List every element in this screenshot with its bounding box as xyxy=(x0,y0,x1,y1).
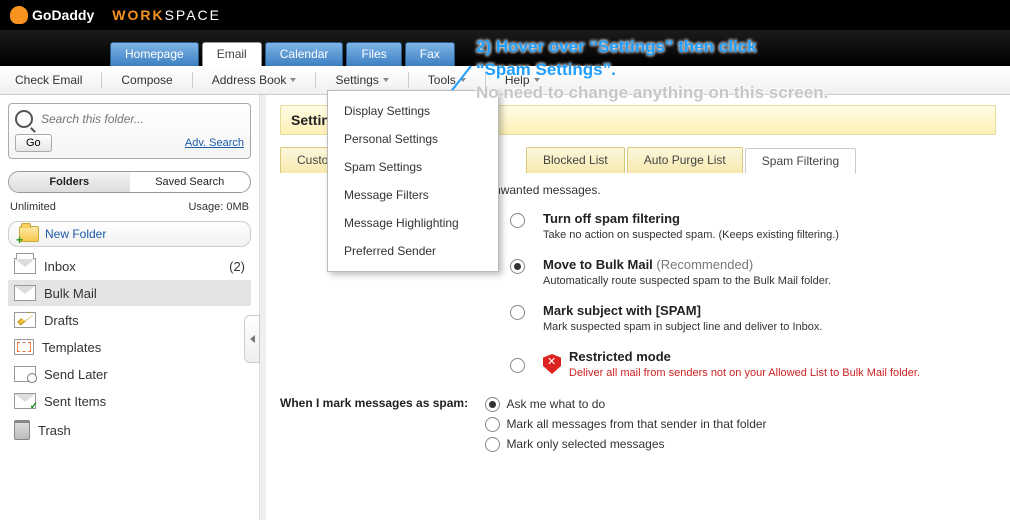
menu-help[interactable]: Help xyxy=(496,69,549,91)
tab-email[interactable]: Email xyxy=(202,42,262,66)
radio-bulk[interactable] xyxy=(510,259,525,274)
search-box: Go Adv. Search xyxy=(8,103,251,159)
folder-saved-toggle: Folders Saved Search xyxy=(8,171,251,193)
settings-dropdown: Display Settings Personal Settings Spam … xyxy=(327,90,499,272)
folder-trash[interactable]: Trash xyxy=(8,415,251,446)
menu-settings[interactable]: Settings xyxy=(326,69,397,91)
dd-display-settings[interactable]: Display Settings xyxy=(328,97,498,125)
when-all: Mark all messages from that sender in th… xyxy=(485,415,766,432)
settings-tab-auto-purge[interactable]: Auto Purge List xyxy=(627,147,743,173)
sent-icon xyxy=(14,393,36,409)
radio-when-ask[interactable] xyxy=(485,397,500,412)
folder-templates[interactable]: Templates xyxy=(8,334,251,361)
chevron-down-icon xyxy=(383,78,389,82)
brand-text: GoDaddy xyxy=(32,7,94,23)
option-restricted: Restricted modeDeliver all mail from sen… xyxy=(510,349,996,379)
plus-icon: + xyxy=(16,233,23,247)
radio-turn-off[interactable] xyxy=(510,213,525,228)
radio-mark-subject[interactable] xyxy=(510,305,525,320)
menu-tools[interactable]: Tools xyxy=(419,69,475,91)
settings-tab-blocked[interactable]: Blocked List xyxy=(526,147,625,173)
option-mark-subject: Mark subject with [SPAM]Mark suspected s… xyxy=(510,303,996,333)
tab-files[interactable]: Files xyxy=(346,42,401,66)
envelope-icon xyxy=(14,285,36,301)
usage-label: Usage: 0MB xyxy=(188,201,249,213)
search-go-button[interactable]: Go xyxy=(15,134,52,152)
folder-sent-items[interactable]: Sent Items xyxy=(8,388,251,415)
dd-preferred-sender[interactable]: Preferred Sender xyxy=(328,237,498,265)
tab-calendar[interactable]: Calendar xyxy=(265,42,344,66)
new-folder-button[interactable]: + New Folder xyxy=(8,221,251,247)
dd-spam-settings[interactable]: Spam Settings xyxy=(328,153,498,181)
godaddy-logo: GoDaddy xyxy=(10,6,94,24)
folder-drafts[interactable]: Drafts xyxy=(8,307,251,334)
chevron-down-icon xyxy=(534,78,540,82)
folder-bulk-mail[interactable]: Bulk Mail xyxy=(8,280,251,307)
content-area: Go Adv. Search Folders Saved Search Unli… xyxy=(0,95,1010,520)
sidebar: Go Adv. Search Folders Saved Search Unli… xyxy=(0,95,260,520)
menu-check-email[interactable]: Check Email xyxy=(6,69,91,91)
option-bulk: Move to Bulk Mail (Recommended)Automatic… xyxy=(510,257,996,287)
draft-icon xyxy=(14,312,36,328)
inbox-icon xyxy=(14,258,36,274)
when-ask: Ask me what to do xyxy=(485,395,766,412)
inbox-count: (2) xyxy=(229,259,245,274)
settings-tab-spam-filtering[interactable]: Spam Filtering xyxy=(745,148,856,174)
workspace-label: WORKSPACE xyxy=(112,7,221,23)
when-label: When I mark messages as spam: xyxy=(280,395,468,410)
when-mark-spam-row: When I mark messages as spam: Ask me wha… xyxy=(280,395,996,455)
tab-fax[interactable]: Fax xyxy=(405,42,455,66)
toggle-saved-search[interactable]: Saved Search xyxy=(130,172,251,192)
folder-icon: + xyxy=(19,226,39,242)
app-tabs: Homepage Email Calendar Files Fax xyxy=(0,30,1010,66)
radio-restricted[interactable] xyxy=(510,358,525,373)
folder-send-later[interactable]: Send Later xyxy=(8,361,251,388)
collapse-sidebar-button[interactable] xyxy=(244,315,260,363)
menu-address-book[interactable]: Address Book xyxy=(203,69,306,91)
quota-label: Unlimited xyxy=(10,201,56,213)
clock-icon xyxy=(14,366,36,382)
dd-personal-settings[interactable]: Personal Settings xyxy=(328,125,498,153)
menu-compose[interactable]: Compose xyxy=(112,69,181,91)
trash-icon xyxy=(14,420,30,440)
when-only: Mark only selected messages xyxy=(485,435,766,452)
tab-homepage[interactable]: Homepage xyxy=(110,42,199,66)
usage-row: Unlimited Usage: 0MB xyxy=(10,201,249,213)
template-icon xyxy=(14,339,34,355)
menu-bar: Check Email Compose Address Book Setting… xyxy=(0,66,1010,95)
radio-when-only[interactable] xyxy=(485,437,500,452)
shield-icon xyxy=(543,354,561,374)
radio-when-all[interactable] xyxy=(485,417,500,432)
option-turn-off: Turn off spam filteringTake no action on… xyxy=(510,211,996,241)
folder-inbox[interactable]: Inbox(2) xyxy=(8,253,251,280)
search-icon xyxy=(15,110,33,128)
folder-list: Inbox(2) Bulk Mail Drafts Templates Send… xyxy=(8,253,251,446)
chevron-down-icon xyxy=(460,78,466,82)
brand-bar: GoDaddy WORKSPACE xyxy=(0,0,1010,30)
adv-search-link[interactable]: Adv. Search xyxy=(185,137,244,149)
dd-message-highlighting[interactable]: Message Highlighting xyxy=(328,209,498,237)
search-input[interactable] xyxy=(39,111,244,127)
dd-message-filters[interactable]: Message Filters xyxy=(328,181,498,209)
godaddy-head-icon xyxy=(10,6,28,24)
new-folder-label: New Folder xyxy=(45,227,106,241)
toggle-folders[interactable]: Folders xyxy=(9,172,130,192)
chevron-down-icon xyxy=(290,78,296,82)
